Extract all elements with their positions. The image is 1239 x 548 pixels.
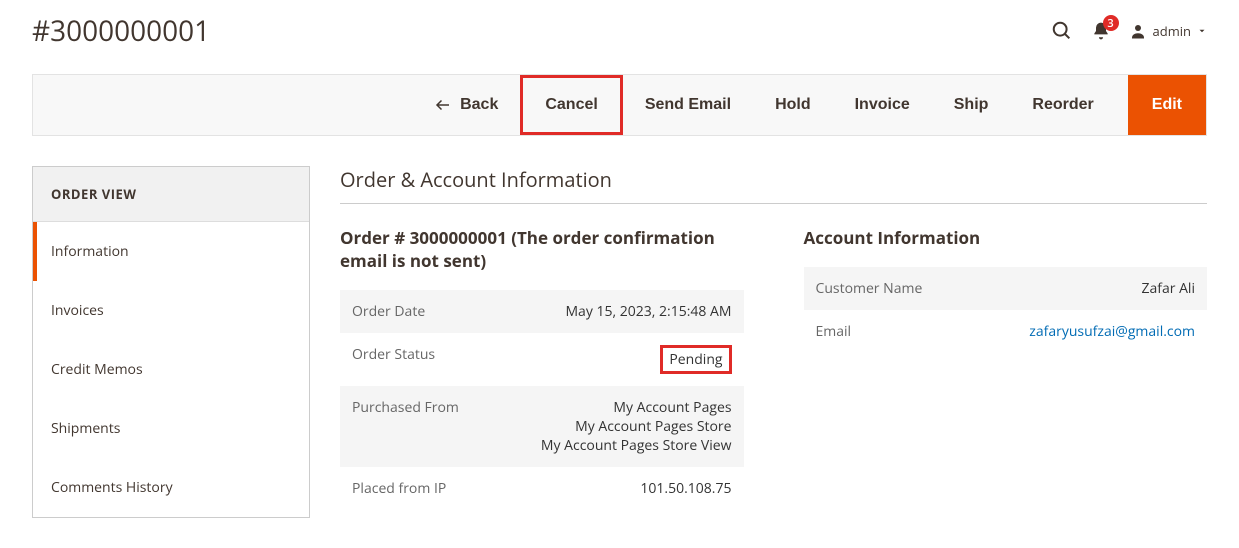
order-info-table: Order Date May 15, 2023, 2:15:48 AM Orde…: [340, 290, 744, 510]
table-row: Order Date May 15, 2023, 2:15:48 AM: [340, 290, 744, 333]
notification-button[interactable]: 3: [1091, 21, 1111, 41]
chevron-down-icon: [1197, 26, 1207, 36]
user-icon: [1129, 22, 1147, 40]
search-icon: [1051, 20, 1073, 42]
customer-name-label: Customer Name: [804, 267, 973, 310]
sidebar-item-label: Information: [51, 242, 129, 261]
content-area: ORDER VIEW Information Invoices Credit M…: [0, 136, 1239, 548]
purchased-from-label: Purchased From: [340, 386, 509, 467]
header-right: 3 admin: [1051, 20, 1207, 42]
hold-button[interactable]: Hold: [753, 75, 833, 135]
table-row: Purchased From My Account Pages My Accou…: [340, 386, 744, 467]
reorder-label: Reorder: [1032, 96, 1093, 114]
invoice-label: Invoice: [855, 96, 910, 114]
notification-count: 3: [1103, 15, 1119, 31]
table-row: Placed from IP 101.50.108.75: [340, 467, 744, 510]
ship-button[interactable]: Ship: [932, 75, 1011, 135]
main-panel: Order & Account Information Order # 3000…: [340, 166, 1207, 510]
arrow-left-icon: [434, 96, 452, 114]
purchased-from-line1: My Account Pages: [521, 398, 731, 417]
sidebar: ORDER VIEW Information Invoices Credit M…: [32, 166, 310, 518]
sidebar-item-label: Credit Memos: [51, 360, 143, 379]
sidebar-item-label: Comments History: [51, 478, 173, 497]
table-row: Customer Name Zafar Ali: [804, 267, 1208, 310]
email-link[interactable]: zafaryusufzai@gmail.com: [1029, 322, 1195, 341]
sidebar-item-shipments[interactable]: Shipments: [33, 399, 309, 458]
admin-user-label: admin: [1153, 22, 1191, 40]
search-button[interactable]: [1051, 20, 1073, 42]
page-header: #3000000001 3 admin: [0, 0, 1239, 50]
ship-label: Ship: [954, 96, 989, 114]
sidebar-item-label: Invoices: [51, 301, 104, 320]
account-info-table: Customer Name Zafar Ali Email zafaryusuf…: [804, 267, 1208, 353]
action-bar: Back Cancel Send Email Hold Invoice Ship…: [32, 74, 1207, 136]
back-label: Back: [460, 96, 498, 114]
two-column-layout: Order # 3000000001 (The order confirmati…: [340, 226, 1207, 510]
cancel-button[interactable]: Cancel: [520, 75, 622, 135]
customer-name-value: Zafar Ali: [973, 267, 1207, 310]
table-row: Email zafaryusufzai@gmail.com: [804, 310, 1208, 353]
send-email-button[interactable]: Send Email: [623, 75, 753, 135]
email-cell: zafaryusufzai@gmail.com: [973, 310, 1207, 353]
reorder-button[interactable]: Reorder: [1010, 75, 1115, 135]
sidebar-item-comments-history[interactable]: Comments History: [33, 458, 309, 517]
purchased-from-line3: My Account Pages Store View: [521, 436, 731, 455]
edit-button[interactable]: Edit: [1128, 75, 1206, 135]
purchased-from-line2: My Account Pages Store: [521, 417, 731, 436]
hold-label: Hold: [775, 96, 811, 114]
placed-from-ip-value: 101.50.108.75: [509, 467, 743, 510]
section-title: Order & Account Information: [340, 166, 1207, 204]
invoice-button[interactable]: Invoice: [833, 75, 932, 135]
table-row: Order Status Pending: [340, 333, 744, 386]
sidebar-heading: ORDER VIEW: [33, 167, 309, 222]
order-date-value: May 15, 2023, 2:15:48 AM: [509, 290, 743, 333]
account-heading: Account Information: [804, 226, 1208, 249]
account-info-column: Account Information Customer Name Zafar …: [804, 226, 1208, 510]
sidebar-item-credit-memos[interactable]: Credit Memos: [33, 340, 309, 399]
order-date-label: Order Date: [340, 290, 509, 333]
edit-label: Edit: [1152, 96, 1182, 114]
cancel-label: Cancel: [545, 96, 597, 114]
order-heading: Order # 3000000001 (The order confirmati…: [340, 226, 744, 272]
order-status-value: Pending: [660, 345, 731, 374]
admin-user-menu[interactable]: admin: [1129, 22, 1207, 40]
order-status-cell: Pending: [509, 333, 743, 386]
order-status-label: Order Status: [340, 333, 509, 386]
sidebar-item-label: Shipments: [51, 419, 120, 438]
placed-from-ip-label: Placed from IP: [340, 467, 509, 510]
purchased-from-value: My Account Pages My Account Pages Store …: [509, 386, 743, 467]
email-label: Email: [804, 310, 973, 353]
page-title: #3000000001: [32, 12, 210, 50]
sidebar-item-invoices[interactable]: Invoices: [33, 281, 309, 340]
sidebar-item-information[interactable]: Information: [33, 222, 309, 281]
back-button[interactable]: Back: [412, 75, 520, 135]
send-email-label: Send Email: [645, 96, 731, 114]
order-info-column: Order # 3000000001 (The order confirmati…: [340, 226, 744, 510]
